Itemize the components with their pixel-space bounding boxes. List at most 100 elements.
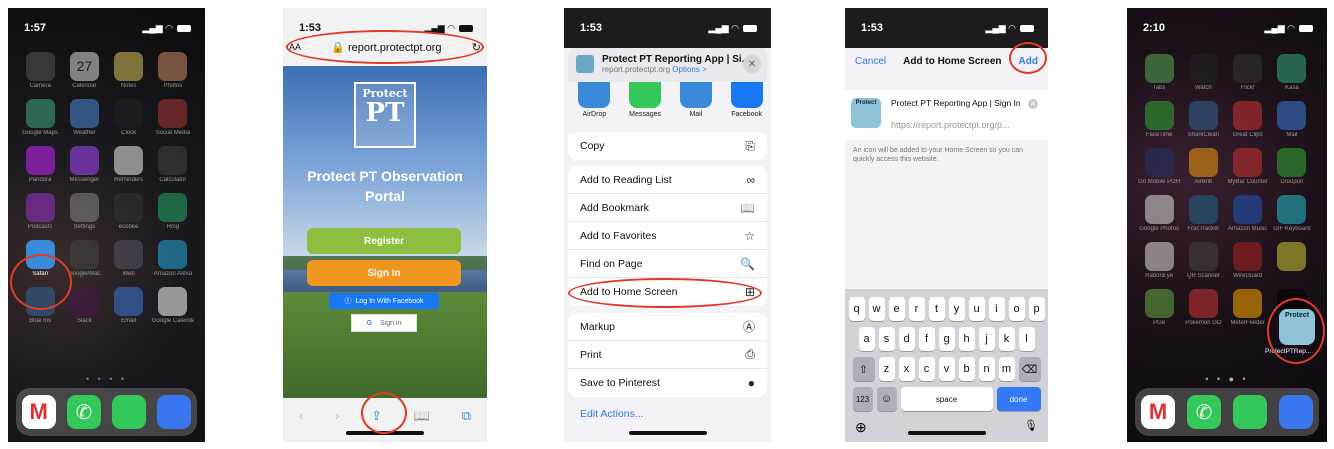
- done-key[interactable]: done: [996, 387, 1041, 411]
- signal-icon[interactable]: [1279, 395, 1313, 429]
- app-icon-qr-scanner[interactable]: QR Scanner: [1181, 242, 1225, 279]
- key-l[interactable]: l: [1018, 327, 1035, 351]
- close-icon[interactable]: ✕: [743, 55, 761, 73]
- app-icon-kasa[interactable]: Kasa: [1270, 54, 1314, 91]
- gmail-icon[interactable]: M: [21, 395, 56, 429]
- name-field[interactable]: Protect PT Reporting App | Sign In: [891, 98, 1021, 108]
- key-i[interactable]: i: [988, 297, 1005, 321]
- app-icon-google-maps[interactable]: Google Maps: [18, 99, 62, 136]
- key-u[interactable]: u: [968, 297, 985, 321]
- facebook-login-button[interactable]: ⓕ Log In With Facebook: [329, 293, 439, 309]
- key-k[interactable]: k: [998, 327, 1015, 351]
- key-r[interactable]: r: [908, 297, 925, 321]
- app-icon-pok-mon-go[interactable]: Pokémon GO: [1181, 289, 1225, 326]
- cancel-button[interactable]: Cancel: [855, 56, 886, 67]
- action-add-to-favorites[interactable]: Add to Favorites ☆: [568, 222, 767, 250]
- key-e[interactable]: e: [888, 297, 905, 321]
- messages-icon[interactable]: [112, 395, 147, 429]
- messages-icon[interactable]: [1233, 395, 1267, 429]
- app-icon-email[interactable]: Email: [107, 287, 151, 324]
- action-copy[interactable]: Copy ⎘: [568, 132, 767, 160]
- key-t[interactable]: t: [928, 297, 945, 321]
- action-print[interactable]: Print ⎙: [568, 341, 767, 369]
- key-q[interactable]: q: [848, 297, 865, 321]
- key-g[interactable]: g: [938, 327, 955, 351]
- phone-icon[interactable]: ✆: [1187, 395, 1221, 429]
- app-icon-slack[interactable]: Slack: [62, 287, 106, 324]
- space-key[interactable]: space: [900, 387, 993, 411]
- key-j[interactable]: j: [978, 327, 995, 351]
- key-v[interactable]: v: [938, 357, 955, 381]
- app-icon-amazon-music[interactable]: Amazon Music: [1226, 195, 1270, 232]
- app-icon-ecobee[interactable]: ecobee: [107, 193, 151, 230]
- app-icon-go-mobile-pgh[interactable]: Go Mobile PGH: [1137, 148, 1181, 185]
- app-icon-clock[interactable]: Clock: [107, 99, 151, 136]
- key-p[interactable]: p: [1028, 297, 1045, 321]
- key-s[interactable]: s: [878, 327, 895, 351]
- app-icon-safari[interactable]: Safari: [18, 240, 62, 277]
- signin-button[interactable]: Sign In: [307, 260, 461, 286]
- app-icon-podcasts[interactable]: Podcasts: [18, 193, 62, 230]
- key-c[interactable]: c: [918, 357, 935, 381]
- tabs-icon[interactable]: ⧉: [462, 408, 471, 424]
- app-icon-mail[interactable]: Mail: [1270, 101, 1314, 138]
- key-f[interactable]: f: [918, 327, 935, 351]
- share-target-airdrop[interactable]: AirDrop: [574, 82, 615, 130]
- key-o[interactable]: o: [1008, 297, 1025, 321]
- app-icon-google-calendar[interactable]: Google Calendar: [151, 287, 195, 324]
- app-icon-gif-keyboard[interactable]: GIF Keyboard: [1270, 195, 1314, 232]
- app-icon-social-media[interactable]: Social Media: [151, 99, 195, 136]
- protectpt-app-icon[interactable]: Protect: [1279, 309, 1315, 345]
- app-icon-tabs[interactable]: Tabs: [1137, 54, 1181, 91]
- clear-icon[interactable]: ✕: [1028, 99, 1038, 109]
- app-icon-camera[interactable]: Camera: [18, 52, 62, 89]
- emoji-key[interactable]: ☺: [876, 387, 897, 411]
- back-icon[interactable]: ‹: [299, 408, 303, 423]
- key-b[interactable]: b: [958, 357, 975, 381]
- app-icon-great-clips[interactable]: Great Clips: [1226, 101, 1270, 138]
- bookmarks-icon[interactable]: 📖: [414, 408, 430, 424]
- options-link[interactable]: Options >: [672, 65, 706, 74]
- share-target-facebook[interactable]: Facebook: [726, 82, 767, 130]
- key-y[interactable]: y: [948, 297, 965, 321]
- key-n[interactable]: n: [978, 357, 995, 381]
- app-icon-ring[interactable]: Ring: [151, 193, 195, 230]
- edit-actions-link[interactable]: Edit Actions...: [580, 408, 644, 420]
- app-icon-facetime[interactable]: FaceTime: [1137, 101, 1181, 138]
- share-target-messages[interactable]: Messages: [625, 82, 666, 130]
- shift-key[interactable]: ⇧: [852, 357, 875, 381]
- app-icon-calendar[interactable]: 27 Calendar: [62, 52, 106, 89]
- key-x[interactable]: x: [898, 357, 915, 381]
- app-icon-calculator[interactable]: Calculator: [151, 146, 195, 183]
- app-icon-reminders[interactable]: Reminders: [107, 146, 151, 183]
- app-icon-pandora[interactable]: Pandora: [18, 146, 62, 183]
- app-icon-blank[interactable]: [1270, 242, 1314, 279]
- add-button[interactable]: Add: [1019, 56, 1038, 67]
- action-add-to-home-screen[interactable]: Add to Home Screen ⊞: [568, 278, 767, 306]
- app-icon-flickr[interactable]: Flickr: [1226, 54, 1270, 91]
- share-icon[interactable]: ⇪: [371, 408, 382, 424]
- key-a[interactable]: a: [858, 327, 875, 351]
- action-save-to-pinterest[interactable]: Save to Pinterest ●: [568, 369, 767, 397]
- app-icon-meterfeeder[interactable]: MeterFeeder: [1226, 289, 1270, 326]
- app-icon-fractracker[interactable]: FracTracker: [1181, 195, 1225, 232]
- share-target-mail[interactable]: Mail: [676, 82, 717, 130]
- app-icon-radoneye[interactable]: RadonEye: [1137, 242, 1181, 279]
- app-icon-airbnb[interactable]: AirBnb: [1181, 148, 1225, 185]
- forward-icon[interactable]: ›: [335, 408, 339, 423]
- google-signin-button[interactable]: G Sign in: [351, 314, 417, 332]
- app-icon-blue-iris[interactable]: Blue Iris: [18, 287, 62, 324]
- key-h[interactable]: h: [958, 327, 975, 351]
- app-icon-web[interactable]: Web: [107, 240, 151, 277]
- app-icon-messenger[interactable]: Messenger: [62, 146, 106, 183]
- app-icon-droupon[interactable]: Droupon: [1270, 148, 1314, 185]
- app-icon-google-mac[interactable]: Google/Mac: [62, 240, 106, 277]
- app-icon-wireguard[interactable]: WireGuard: [1226, 242, 1270, 279]
- app-icon-mybar-counter[interactable]: MyBar Counter: [1226, 148, 1270, 185]
- app-icon-settings[interactable]: Settings: [62, 193, 106, 230]
- action-add-to-reading-list[interactable]: Add to Reading List ∞: [568, 166, 767, 194]
- register-button[interactable]: Register: [307, 228, 461, 254]
- globe-icon[interactable]: ⊕: [855, 419, 867, 436]
- app-icon-notes[interactable]: Notes: [107, 52, 151, 89]
- gmail-icon[interactable]: M: [1141, 395, 1175, 429]
